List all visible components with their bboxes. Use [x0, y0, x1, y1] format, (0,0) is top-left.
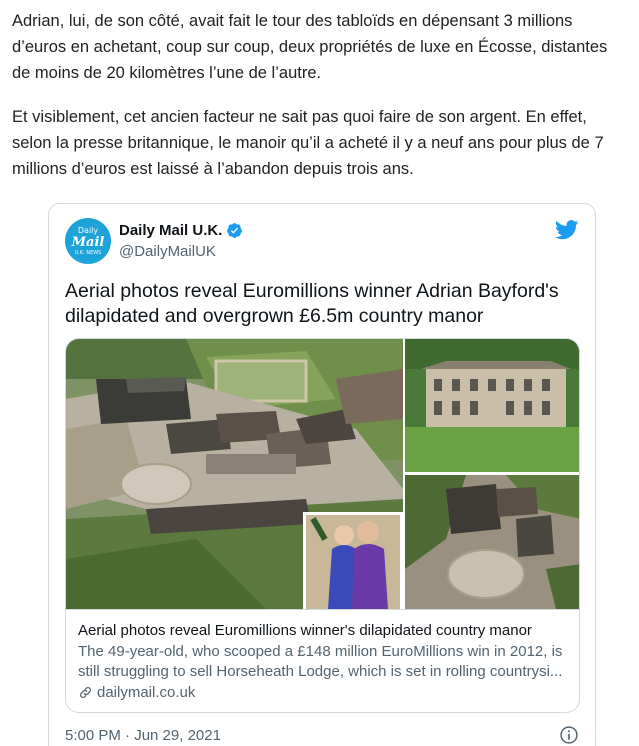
tweet-timestamp[interactable]: 5:00 PM · Jun 29, 2021 [65, 727, 221, 744]
manor-photo [405, 339, 579, 472]
author-handle[interactable]: @DailyMailUK [119, 243, 216, 260]
link-card[interactable]: Aerial photos reveal Euromillions winner… [65, 338, 580, 713]
card-domain[interactable]: dailymail.co.uk [78, 684, 569, 701]
tweet-text: Aerial photos reveal Euromillions winner… [65, 280, 559, 327]
avatar-line-1: Daily [77, 225, 99, 235]
article-paragraph-1: Adrian, lui, de son côté, avait fait le … [12, 12, 608, 82]
author-name[interactable]: Daily Mail U.K. [119, 222, 243, 239]
card-image[interactable] [66, 339, 579, 609]
verified-badge-icon [227, 223, 243, 238]
embedded-tweet[interactable]: Daily Mail U.K. NEWS Daily Mail U.K. @Da… [48, 203, 596, 746]
card-domain-text[interactable]: dailymail.co.uk [97, 684, 195, 701]
avatar-line-2: Mail [71, 234, 105, 250]
avatar-line-3: U.K. NEWS [74, 249, 102, 256]
author-name-text[interactable]: Daily Mail U.K. [119, 222, 222, 239]
card-description: The 49-year-old, who scooped a £148 mill… [78, 643, 563, 680]
twitter-bird-icon[interactable] [555, 220, 579, 240]
article-paragraph-2: Et visiblement, cet ancien facteur ne sa… [12, 108, 604, 178]
info-icon[interactable] [559, 725, 579, 745]
link-icon [80, 687, 91, 698]
card-title[interactable]: Aerial photos reveal Euromillions winner… [78, 621, 569, 641]
aerial-photo-yard [405, 475, 579, 609]
inset-photo-winners [303, 512, 403, 609]
avatar[interactable]: Daily Mail U.K. NEWS [65, 218, 111, 264]
card-info[interactable]: Aerial photos reveal Euromillions winner… [66, 609, 579, 712]
